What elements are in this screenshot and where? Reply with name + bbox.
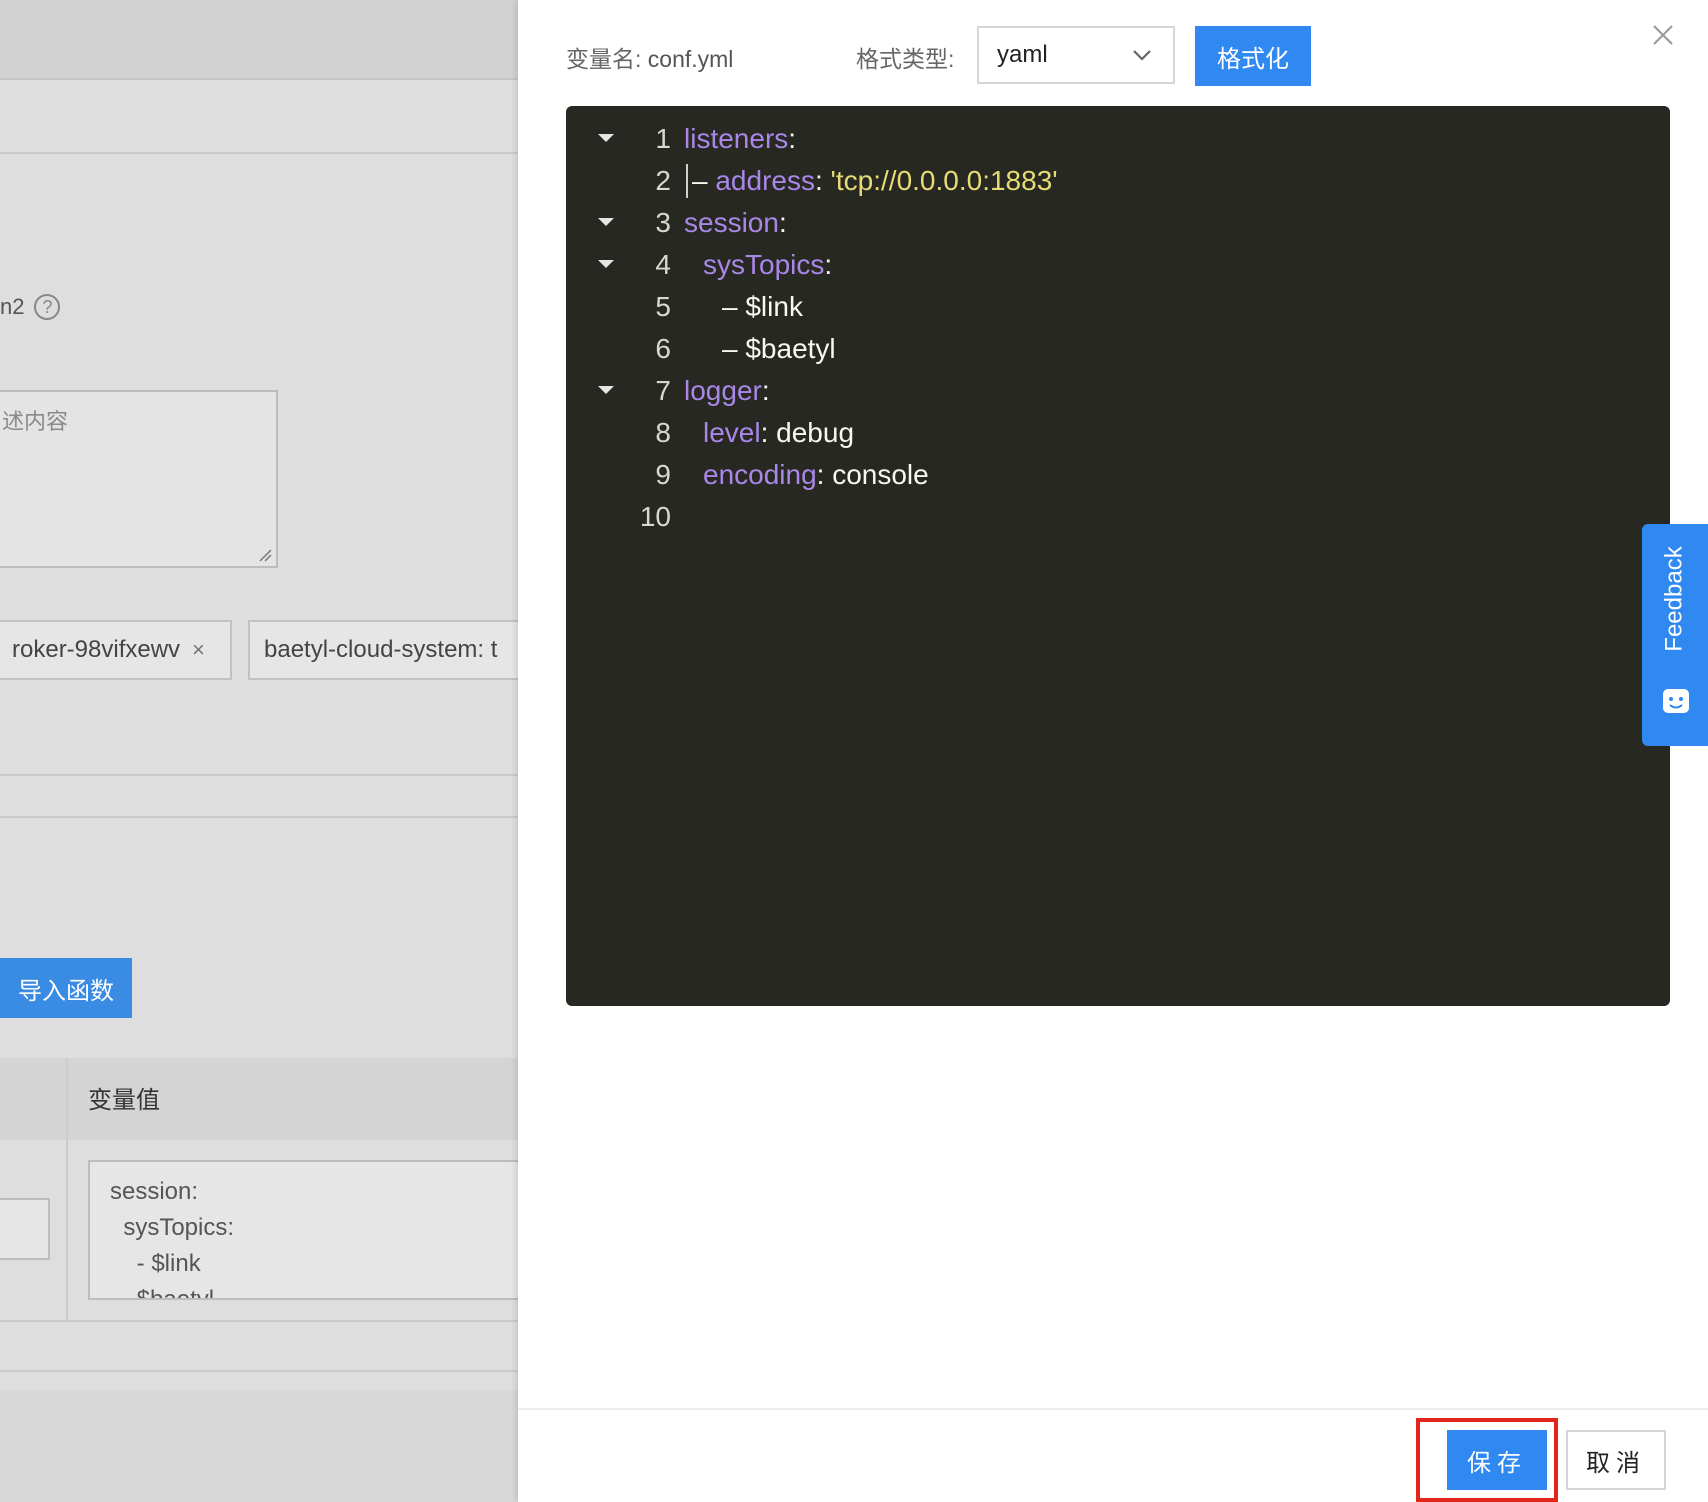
yaml-key: logger bbox=[684, 375, 762, 406]
yaml-key: encoding bbox=[703, 459, 817, 490]
format-type-label: 格式类型: bbox=[856, 46, 955, 72]
chevron-down-icon bbox=[1133, 50, 1151, 61]
variable-name-display: 变量名: conf.yml bbox=[566, 40, 733, 74]
code-line[interactable]: 7 logger: bbox=[566, 370, 1670, 412]
divider bbox=[0, 1370, 520, 1372]
chat-face-icon bbox=[1663, 689, 1689, 713]
code-line[interactable]: 1 listeners: bbox=[566, 118, 1670, 160]
background-header bbox=[0, 0, 520, 80]
variable-name-label: 变量名: bbox=[566, 46, 642, 72]
yaml-value: debug bbox=[776, 417, 855, 448]
divider bbox=[0, 1320, 520, 1322]
tag-chip[interactable]: baetyl-cloud-system: t bbox=[248, 620, 520, 680]
format-type-select[interactable]: yaml bbox=[977, 26, 1175, 84]
column-header-value: 变量值 bbox=[88, 1087, 160, 1114]
tag-label: roker-98vifxewv bbox=[12, 636, 181, 663]
code-text: session: bbox=[684, 207, 787, 238]
line-number: 3 bbox=[655, 207, 671, 238]
column-divider bbox=[66, 1058, 68, 1320]
line-number: 4 bbox=[655, 249, 671, 280]
feedback-label: Feedback bbox=[1661, 546, 1688, 652]
code-line[interactable]: 9 encoding: console bbox=[566, 454, 1670, 496]
code-line[interactable]: 6 – $baetyl bbox=[566, 328, 1670, 370]
line-number: 2 bbox=[655, 165, 671, 196]
indent-guide bbox=[686, 163, 688, 198]
variable-value-preview[interactable]: session: sysTopics: - $link $baetyl bbox=[88, 1160, 520, 1300]
line-number: 10 bbox=[639, 501, 671, 532]
footer-divider bbox=[518, 1408, 1708, 1410]
variable-name-value: conf.yml bbox=[647, 46, 734, 72]
yaml-key: listeners bbox=[684, 123, 789, 154]
code-text: – address: 'tcp://0.0.0.0:1883' bbox=[684, 160, 1058, 202]
close-icon[interactable] bbox=[1648, 20, 1678, 50]
config-editor-drawer: 变量名: conf.yml 格式类型: yaml 格式化 1 listeners:… bbox=[518, 0, 1708, 1502]
code-editor[interactable]: 1 listeners: 2 – address: 'tcp://0.0.0.0:18… bbox=[566, 106, 1670, 1006]
yaml-key: session bbox=[684, 207, 779, 238]
code-text: listeners: bbox=[684, 123, 797, 154]
yaml-value: console bbox=[832, 459, 929, 490]
tag-remove-icon[interactable]: × bbox=[192, 637, 205, 663]
field-label-fragment: n2 bbox=[0, 294, 25, 319]
code-line[interactable]: 10 bbox=[566, 496, 1670, 538]
yaml-key: level bbox=[703, 417, 761, 448]
yaml-value: – $baetyl bbox=[722, 333, 836, 364]
line-number: 8 bbox=[655, 417, 671, 448]
variable-name-input[interactable] bbox=[0, 1198, 50, 1260]
line-number: 7 bbox=[655, 375, 671, 406]
line-number: 5 bbox=[655, 291, 671, 322]
cancel-button[interactable]: 取消 bbox=[1566, 1430, 1666, 1490]
yaml-key: sysTopics bbox=[703, 249, 825, 280]
code-text: sysTopics: bbox=[703, 249, 833, 280]
yaml-value: 'tcp://0.0.0.0:1883' bbox=[830, 165, 1058, 196]
feedback-tab[interactable]: Feedback bbox=[1642, 524, 1708, 746]
format-button[interactable]: 格式化 bbox=[1195, 26, 1311, 86]
save-button[interactable]: 保存 bbox=[1447, 1430, 1547, 1490]
yaml-key: address bbox=[715, 165, 815, 196]
divider bbox=[0, 774, 520, 776]
code-line[interactable]: 8 level: debug bbox=[566, 412, 1670, 454]
line-number: 9 bbox=[655, 459, 671, 490]
background-page: n2 ? 述内容 roker-98vifxewv × baetyl-cloud-… bbox=[0, 0, 520, 1502]
resize-grip-icon[interactable] bbox=[258, 548, 272, 562]
description-placeholder: 述内容 bbox=[2, 409, 69, 434]
table-header bbox=[0, 1058, 520, 1320]
line-number: 1 bbox=[655, 123, 671, 154]
code-line[interactable]: 2 – address: 'tcp://0.0.0.0:1883' bbox=[566, 160, 1670, 202]
form-field-label: n2 ? bbox=[0, 294, 61, 320]
description-textarea[interactable]: 述内容 bbox=[0, 390, 278, 568]
format-type-selected: yaml bbox=[997, 41, 1048, 68]
code-line[interactable]: 3 session: bbox=[566, 202, 1670, 244]
code-text: – $link bbox=[722, 286, 803, 328]
help-icon[interactable]: ? bbox=[34, 294, 61, 320]
code-text: logger: bbox=[684, 375, 770, 406]
code-line[interactable]: 5 – $link bbox=[566, 286, 1670, 328]
divider bbox=[0, 152, 520, 154]
code-text: – $baetyl bbox=[722, 328, 836, 370]
code-text: level: debug bbox=[703, 417, 855, 448]
import-function-button[interactable]: 导入函数 bbox=[0, 958, 132, 1018]
divider bbox=[0, 816, 520, 818]
yaml-value: – $link bbox=[722, 291, 803, 322]
tag-chip[interactable]: roker-98vifxewv × bbox=[0, 620, 232, 680]
background-footer bbox=[0, 1390, 520, 1502]
code-text: encoding: console bbox=[703, 459, 929, 490]
code-line[interactable]: 4 sysTopics: bbox=[566, 244, 1670, 286]
tag-label: baetyl-cloud-system: t bbox=[264, 636, 498, 663]
line-number: 6 bbox=[655, 333, 671, 364]
